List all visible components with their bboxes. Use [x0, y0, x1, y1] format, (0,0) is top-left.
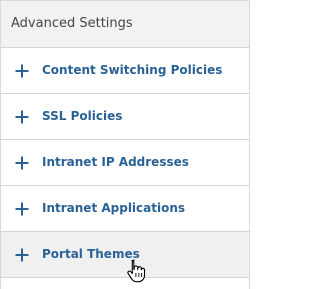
plus-icon[interactable]	[15, 156, 29, 170]
plus-icon[interactable]	[15, 248, 29, 262]
panel-title: Advanced Settings	[1, 1, 249, 48]
section-intranet-applications[interactable]: Intranet Applications	[1, 186, 249, 232]
section-content-switching-policies[interactable]: Content Switching Policies	[1, 48, 249, 94]
plus-icon[interactable]	[15, 110, 29, 124]
section-ssl-policies[interactable]: SSL Policies	[1, 94, 249, 140]
section-portal-themes[interactable]: Portal Themes	[1, 232, 249, 278]
section-label[interactable]: Intranet Applications	[42, 201, 185, 215]
plus-icon[interactable]	[15, 202, 29, 216]
section-label[interactable]: SSL Policies	[42, 109, 122, 123]
section-label[interactable]: Portal Themes	[42, 247, 140, 261]
section-intranet-ip-addresses[interactable]: Intranet IP Addresses	[1, 140, 249, 186]
section-label[interactable]: Intranet IP Addresses	[42, 155, 189, 169]
advanced-settings-panel: Advanced Settings Content Switching Poli…	[0, 0, 250, 289]
section-label[interactable]: Content Switching Policies	[42, 63, 222, 77]
plus-icon[interactable]	[15, 64, 29, 78]
